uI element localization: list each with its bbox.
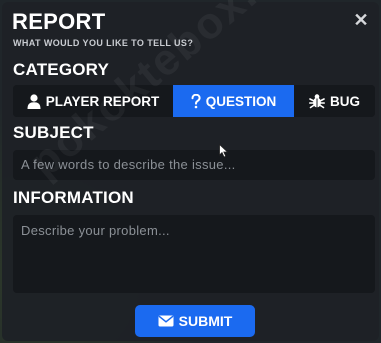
mouse-cursor-icon	[219, 144, 229, 158]
submit-label: SUBMIT	[178, 313, 233, 329]
report-dialog: REPORT WHAT WOULD YOU LIKE TO TELL US? ✕…	[2, 2, 379, 341]
envelope-icon	[158, 315, 174, 327]
information-label: INFORMATION	[13, 188, 134, 207]
tab-bug[interactable]: BUG	[294, 85, 375, 117]
tab-player-report[interactable]: PLAYER REPORT	[13, 85, 173, 117]
subject-input[interactable]: A few words to describe the issue...	[13, 150, 375, 180]
category-tabs: PLAYER REPORT QUESTION BUG	[13, 85, 375, 117]
subject-label: SUBJECT	[13, 123, 94, 142]
tab-label: QUESTION	[205, 93, 277, 109]
information-textarea[interactable]: Describe your problem...	[13, 215, 375, 293]
close-icon[interactable]: ✕	[351, 10, 371, 30]
bug-icon	[309, 93, 325, 109]
submit-button[interactable]: SUBMIT	[135, 305, 255, 337]
category-label: CATEGORY	[13, 60, 110, 79]
tab-label: PLAYER REPORT	[45, 93, 160, 109]
tab-question[interactable]: QUESTION	[173, 85, 294, 117]
tab-label: BUG	[330, 93, 360, 109]
person-icon	[27, 93, 41, 109]
question-icon	[191, 93, 201, 109]
dialog-title: REPORT	[12, 9, 106, 34]
dialog-subtitle: WHAT WOULD YOU LIKE TO TELL US?	[13, 38, 194, 48]
